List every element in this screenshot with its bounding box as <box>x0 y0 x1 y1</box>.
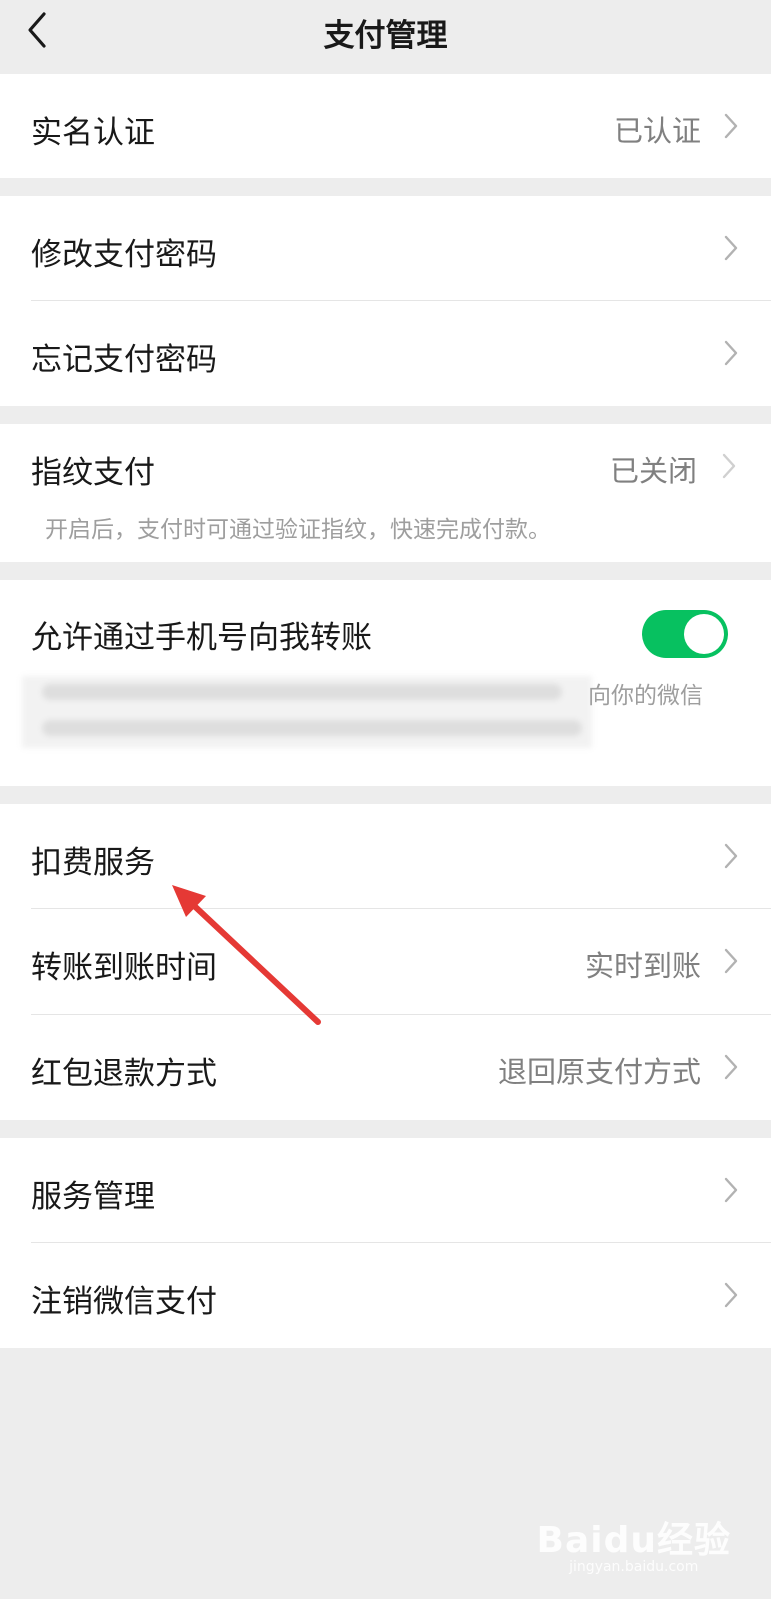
row-deduction-service[interactable]: 扣费服务 <box>0 804 771 908</box>
group-fingerprint: 指纹支付 已关闭 开启后，支付时可通过验证指纹，快速完成付款。 <box>0 424 771 562</box>
fingerprint-description: 开启后，支付时可通过验证指纹，快速完成付款。 <box>45 517 551 543</box>
blurred-description <box>22 676 592 748</box>
row-service-management[interactable]: 服务管理 <box>0 1138 771 1242</box>
toggle-knob <box>684 614 724 654</box>
phone-transfer-toggle[interactable] <box>642 610 728 658</box>
real-name-label: 实名认证 <box>31 115 155 151</box>
watermark-logo: Baidu经验 <box>536 1520 731 1561</box>
change-password-label: 修改支付密码 <box>31 237 217 273</box>
fingerprint-status: 已关闭 <box>609 454 697 488</box>
watermark: Baidu经验 jingyan.baidu.com <box>537 1511 731 1575</box>
phone-transfer-description-tail: 向你的微信 <box>588 683 703 709</box>
transfer-time-label: 转账到账时间 <box>31 950 217 986</box>
redpacket-refund-value: 退回原支付方式 <box>497 1055 701 1089</box>
chevron-right-icon <box>724 235 738 261</box>
chevron-right-icon <box>722 453 736 479</box>
redpacket-refund-label: 红包退款方式 <box>31 1056 217 1092</box>
phone-transfer-label: 允许通过手机号向我转账 <box>31 620 372 656</box>
cancel-wechat-pay-label: 注销微信支付 <box>31 1284 217 1320</box>
page-title: 支付管理 <box>323 18 448 54</box>
chevron-right-icon <box>724 1177 738 1203</box>
row-redpacket-refund[interactable]: 红包退款方式 退回原支付方式 <box>0 1015 771 1120</box>
fingerprint-label: 指纹支付 <box>31 455 155 491</box>
group-services: 扣费服务 转账到账时间 实时到账 红包退款方式 退回原支付方式 <box>0 804 771 1120</box>
chevron-right-icon <box>724 113 738 139</box>
row-change-password[interactable]: 修改支付密码 <box>0 196 771 300</box>
group-account: 服务管理 注销微信支付 <box>0 1138 771 1348</box>
deduction-service-label: 扣费服务 <box>31 845 155 881</box>
real-name-status: 已认证 <box>613 114 701 148</box>
chevron-right-icon <box>724 843 738 869</box>
forgot-password-label: 忘记支付密码 <box>31 342 217 378</box>
group-password: 修改支付密码 忘记支付密码 <box>0 196 771 406</box>
row-real-name[interactable]: 实名认证 已认证 <box>0 74 771 178</box>
service-management-label: 服务管理 <box>31 1179 155 1215</box>
nav-bar: 支付管理 <box>0 0 771 72</box>
chevron-right-icon <box>724 1282 738 1308</box>
chevron-right-icon <box>724 340 738 366</box>
row-fingerprint-pay[interactable]: 指纹支付 已关闭 开启后，支付时可通过验证指纹，快速完成付款。 <box>0 424 771 562</box>
group-phone-transfer: 允许通过手机号向我转账 向你的微信 <box>0 580 771 786</box>
row-forgot-password[interactable]: 忘记支付密码 <box>0 301 771 406</box>
chevron-right-icon <box>724 948 738 974</box>
row-transfer-time[interactable]: 转账到账时间 实时到账 <box>0 909 771 1014</box>
chevron-right-icon <box>724 1054 738 1080</box>
row-cancel-wechat-pay[interactable]: 注销微信支付 <box>0 1243 771 1348</box>
group-real-name: 实名认证 已认证 <box>0 74 771 178</box>
transfer-time-value: 实时到账 <box>584 949 701 983</box>
